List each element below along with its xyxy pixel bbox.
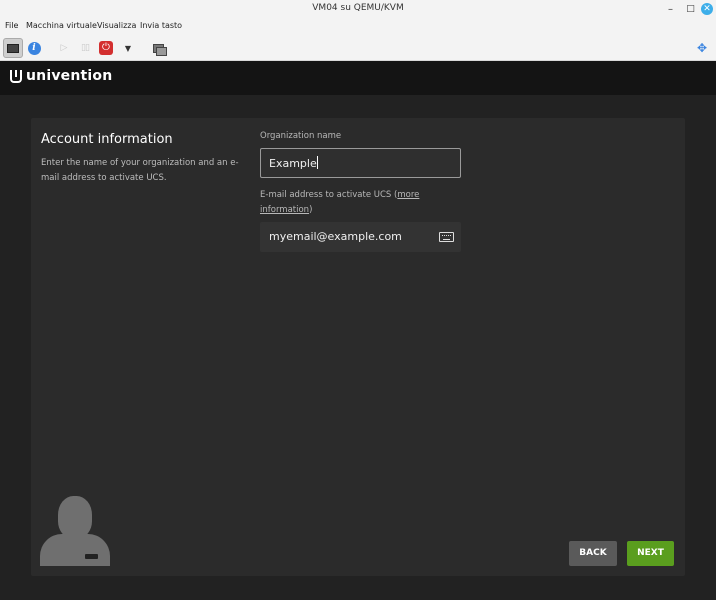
- menu-file[interactable]: File: [5, 21, 18, 30]
- user-avatar-icon: [40, 496, 112, 576]
- back-button[interactable]: BACK: [569, 541, 617, 566]
- menubar: File Macchina virtuale Visualizza Invia …: [0, 19, 716, 35]
- close-icon[interactable]: ✕: [701, 3, 713, 15]
- univention-logo: univention: [10, 68, 112, 84]
- minimize-icon[interactable]: –: [664, 3, 677, 16]
- keyboard-icon[interactable]: [439, 232, 454, 242]
- window-title: VM04 su QEMU/KVM: [312, 3, 404, 13]
- play-icon[interactable]: ▷: [57, 38, 71, 58]
- email-label-prefix: E-mail address to activate UCS (: [260, 190, 398, 200]
- snapshot-icon[interactable]: [150, 38, 167, 58]
- vm-display[interactable]: univention Account information Enter the…: [0, 61, 716, 600]
- setup-panel: Account information Enter the name of yo…: [31, 118, 685, 576]
- text-caret: [316, 156, 318, 169]
- console-icon[interactable]: [3, 38, 23, 58]
- menu-invia-tasto[interactable]: Invia tasto: [140, 21, 182, 30]
- organization-field[interactable]: Example: [260, 148, 461, 178]
- univention-header: univention: [0, 61, 716, 95]
- menu-visualizza[interactable]: Visualizza: [97, 21, 136, 30]
- email-label: E-mail address to activate UCS (more inf…: [260, 188, 460, 218]
- info-icon[interactable]: i: [26, 38, 42, 58]
- organization-value: Example: [269, 157, 317, 170]
- power-icon[interactable]: ⏻: [98, 38, 114, 58]
- dropdown-icon[interactable]: ▼: [122, 38, 134, 58]
- pause-icon[interactable]: ▯▯: [78, 38, 92, 58]
- resize-icon[interactable]: ✥: [694, 38, 710, 58]
- menu-macchina-virtuale[interactable]: Macchina virtuale: [26, 21, 97, 30]
- maximize-icon[interactable]: □: [684, 3, 697, 16]
- email-input[interactable]: myemail@example.com: [269, 230, 449, 243]
- next-button[interactable]: NEXT: [627, 541, 674, 566]
- organization-input[interactable]: Example: [269, 156, 449, 170]
- section-description: Enter the name of your organization and …: [41, 158, 239, 183]
- toolbar: i ▷ ▯▯ ⏻ ▼ ✥: [0, 35, 716, 61]
- email-field[interactable]: myemail@example.com: [260, 222, 461, 252]
- univention-logo-icon: [10, 69, 22, 83]
- organization-label: Organization name: [260, 131, 342, 141]
- section-title: Account information: [41, 132, 173, 147]
- window-titlebar: VM04 su QEMU/KVM – □ ✕: [0, 0, 716, 19]
- email-label-suffix: ): [309, 205, 313, 215]
- brand-name: univention: [26, 68, 113, 84]
